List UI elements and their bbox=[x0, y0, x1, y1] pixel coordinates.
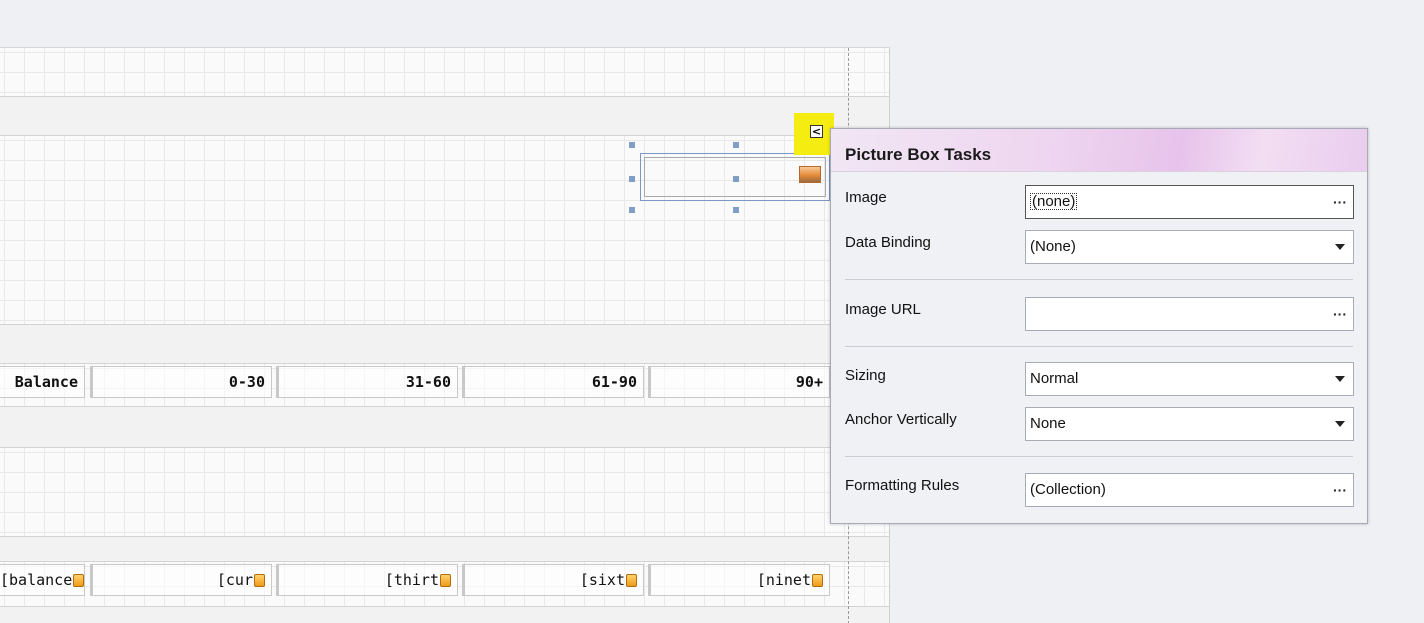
ellipsis-icon[interactable]: ··· bbox=[1333, 474, 1347, 506]
section-divider bbox=[845, 456, 1353, 457]
sizing-value: Normal bbox=[1030, 370, 1079, 387]
smart-tag-highlight: < bbox=[794, 113, 834, 155]
formatting-rules-label: Formatting Rules bbox=[845, 477, 960, 494]
data-cell-text: [balance bbox=[0, 571, 73, 589]
database-field-icon bbox=[812, 574, 823, 587]
data-cell-text: [cur bbox=[216, 571, 253, 589]
band-separator[interactable] bbox=[0, 324, 889, 364]
database-field-icon bbox=[626, 574, 637, 587]
header-cell-90-plus[interactable]: 90+ bbox=[648, 366, 830, 398]
section-divider bbox=[845, 279, 1353, 280]
resize-handle-top-left[interactable] bbox=[629, 142, 635, 148]
section-divider bbox=[845, 346, 1353, 347]
data-cell-ninety[interactable]: [ninet bbox=[648, 564, 830, 596]
database-field-icon bbox=[73, 574, 84, 587]
data-cell-text: [thirt bbox=[384, 571, 439, 589]
ellipsis-icon[interactable]: ··· bbox=[1333, 298, 1347, 330]
band-separator[interactable] bbox=[0, 96, 889, 136]
resize-handle-bottom-left[interactable] bbox=[629, 207, 635, 213]
tasks-panel-title: Picture Box Tasks bbox=[845, 145, 992, 164]
sizing-dropdown[interactable]: Normal bbox=[1025, 362, 1354, 396]
data-cell-text: [sixt bbox=[579, 571, 625, 589]
anchor-vertically-dropdown[interactable]: None bbox=[1025, 407, 1354, 441]
picture-box-tasks-panel: Picture Box Tasks Image (none) ··· Data … bbox=[830, 128, 1368, 524]
image-url-field[interactable]: ··· bbox=[1025, 297, 1354, 331]
band-separator[interactable] bbox=[0, 606, 889, 623]
database-field-icon bbox=[440, 574, 451, 587]
image-url-label: Image URL bbox=[845, 301, 921, 318]
band-separator[interactable] bbox=[0, 536, 889, 562]
tasks-panel-header: Picture Box Tasks bbox=[831, 129, 1367, 172]
formatting-rules-value: (Collection) bbox=[1030, 481, 1106, 498]
ellipsis-icon[interactable]: ··· bbox=[1333, 186, 1347, 218]
resize-handle-middle-right[interactable] bbox=[733, 176, 739, 182]
dropdown-caret-icon[interactable] bbox=[1335, 376, 1345, 382]
formatting-rules-field[interactable]: (Collection) ··· bbox=[1025, 473, 1354, 507]
data-cell-text: [ninet bbox=[756, 571, 811, 589]
data-cell-current[interactable]: [cur bbox=[90, 564, 272, 596]
data-binding-value: (None) bbox=[1030, 238, 1076, 255]
smart-tag-icon[interactable]: < bbox=[810, 125, 823, 138]
band-separator[interactable] bbox=[0, 406, 889, 448]
resize-handle-bottom-middle[interactable] bbox=[733, 207, 739, 213]
image-field[interactable]: (none) ··· bbox=[1025, 185, 1354, 219]
data-cell-balance[interactable]: [balance bbox=[0, 564, 85, 596]
data-binding-label: Data Binding bbox=[845, 234, 931, 251]
data-cell-thirty[interactable]: [thirt bbox=[276, 564, 458, 596]
dropdown-caret-icon[interactable] bbox=[1335, 421, 1345, 427]
sizing-label: Sizing bbox=[845, 367, 886, 384]
dropdown-caret-icon[interactable] bbox=[1335, 244, 1345, 250]
band-top[interactable] bbox=[0, 48, 889, 96]
data-binding-dropdown[interactable]: (None) bbox=[1025, 230, 1354, 264]
picture-icon bbox=[799, 166, 821, 183]
resize-handle-top-middle[interactable] bbox=[733, 142, 739, 148]
image-label: Image bbox=[845, 189, 887, 206]
image-field-value: (none) bbox=[1030, 193, 1078, 210]
header-cell-61-90[interactable]: 61-90 bbox=[462, 366, 644, 398]
data-cell-sixty[interactable]: [sixt bbox=[462, 564, 644, 596]
resize-handle-middle-left[interactable] bbox=[629, 176, 635, 182]
database-field-icon bbox=[254, 574, 265, 587]
anchor-vertically-label: Anchor Vertically bbox=[845, 411, 957, 428]
band-group-header[interactable] bbox=[0, 448, 889, 536]
report-design-surface[interactable]: Balance 0-30 31-60 61-90 90+ [balance [c… bbox=[0, 47, 890, 623]
header-cell-31-60[interactable]: 31-60 bbox=[276, 366, 458, 398]
header-cell-balance[interactable]: Balance bbox=[0, 366, 85, 398]
anchor-vertically-value: None bbox=[1030, 415, 1066, 432]
header-cell-0-30[interactable]: 0-30 bbox=[90, 366, 272, 398]
